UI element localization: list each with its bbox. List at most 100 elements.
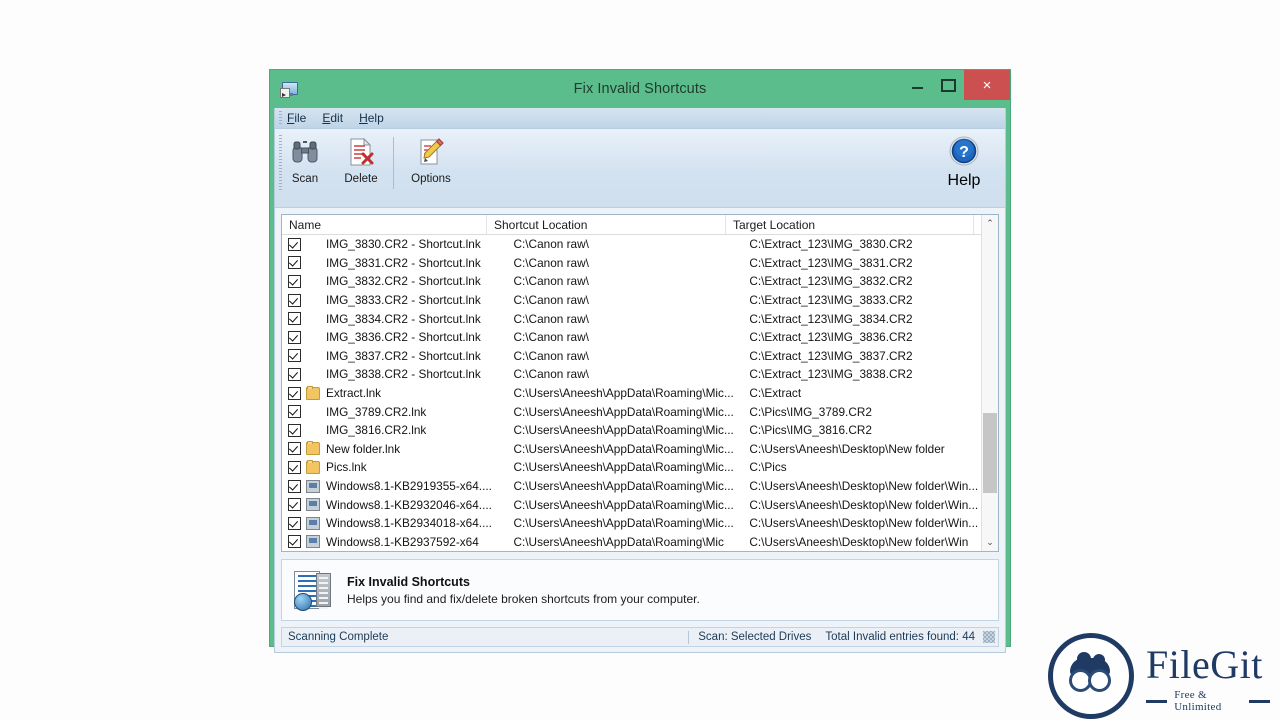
shortcut-monitor-icon	[280, 81, 298, 98]
folder-icon	[306, 385, 320, 400]
resize-grip[interactable]	[983, 631, 995, 644]
row-checkbox[interactable]	[288, 405, 301, 419]
row-checkbox[interactable]	[288, 516, 301, 530]
table-row[interactable]: Windows8.1-KB2937592-x64 C:\Users\Aneesh\…	[282, 533, 998, 552]
table-row[interactable]: Pics.lnk C:\Users\Aneesh\AppData\Roaming\…	[282, 458, 998, 477]
row-checkbox[interactable]	[288, 535, 301, 549]
options-button[interactable]: Options	[402, 135, 460, 185]
row-shortcut-location: C:\Canon raw\	[513, 367, 589, 382]
row-checkbox[interactable]	[288, 498, 301, 512]
row-checkbox[interactable]	[288, 349, 301, 363]
row-name: IMG_3816.CR2.lnk	[326, 423, 427, 438]
row-shortcut-location: C:\Canon raw\	[513, 311, 589, 326]
table-row[interactable]: IMG_3831.CR2 - Shortcut.lnk C:\Canon raw\…	[282, 254, 998, 273]
close-button[interactable]: ×	[964, 70, 1010, 100]
row-checkbox[interactable]	[288, 442, 301, 456]
scroll-track[interactable]	[982, 232, 998, 534]
document-pencil-icon	[417, 135, 445, 169]
row-shortcut-location: C:\Users\Aneesh\AppData\Roaming\Mic...	[513, 497, 734, 512]
row-shortcut-location: C:\Canon raw\	[513, 348, 589, 363]
table-row[interactable]: IMG_3837.CR2 - Shortcut.lnk C:\Canon raw\…	[282, 347, 998, 366]
minimize-button[interactable]	[902, 70, 933, 100]
row-target-location: C:\Extract_123\IMG_3838.CR2	[749, 367, 913, 382]
row-checkbox[interactable]	[288, 460, 301, 474]
scroll-down-arrow[interactable]: ⌄	[982, 534, 998, 551]
delete-button[interactable]: Delete	[335, 135, 387, 185]
scroll-up-arrow[interactable]: ⌃	[982, 215, 998, 232]
row-checkbox[interactable]	[288, 367, 301, 381]
row-name: Windows8.1-KB2937592-x64	[326, 534, 479, 549]
menu-file[interactable]: File	[287, 111, 306, 125]
row-checkbox[interactable]	[288, 312, 301, 326]
info-description: Helps you find and fix/delete broken sho…	[347, 591, 700, 606]
column-header-target-location[interactable]: Target Location	[726, 215, 974, 234]
logo-name: FileGit	[1146, 642, 1263, 687]
row-shortcut-location: C:\Users\Aneesh\AppData\Roaming\Mic	[513, 534, 724, 549]
table-row[interactable]: New folder.lnk C:\Users\Aneesh\AppData\Ro…	[282, 440, 998, 459]
table-row[interactable]: IMG_3832.CR2 - Shortcut.lnk C:\Canon raw\…	[282, 272, 998, 291]
image-file-icon	[306, 294, 320, 307]
row-name: New folder.lnk	[326, 441, 401, 456]
row-target-location: C:\Users\Aneesh\Desktop\New folder\Win..…	[749, 479, 979, 494]
image-file-icon	[306, 312, 320, 325]
row-checkbox[interactable]	[288, 274, 301, 288]
table-row[interactable]: IMG_3789.CR2.lnk C:\Users\Aneesh\AppData\…	[282, 402, 998, 421]
column-header-shortcut-location[interactable]: Shortcut Location	[487, 215, 726, 234]
row-checkbox[interactable]	[288, 237, 301, 251]
row-name: IMG_3833.CR2 - Shortcut.lnk	[326, 293, 481, 308]
filegit-logo: FileGit Free & Unlimited	[1048, 633, 1271, 719]
scroll-thumb[interactable]	[983, 413, 997, 494]
image-file-icon	[306, 349, 320, 362]
image-file-icon	[306, 368, 320, 381]
list-scrollbar[interactable]: ⌃ ⌄	[981, 215, 998, 552]
row-target-location: C:\Users\Aneesh\Desktop\New folder\Win	[749, 534, 969, 549]
toolbar-separator	[393, 137, 394, 189]
menu-edit[interactable]: Edit	[322, 111, 343, 125]
column-header-name[interactable]: Name	[282, 215, 487, 234]
scan-button[interactable]: Scan	[279, 135, 331, 185]
table-row[interactable]: IMG_3834.CR2 - Shortcut.lnk C:\Canon raw\…	[282, 309, 998, 328]
row-name: IMG_3838.CR2 - Shortcut.lnk	[326, 367, 481, 382]
table-row[interactable]: Extract.lnk C:\Users\Aneesh\AppData\Roami…	[282, 384, 998, 403]
row-target-location: C:\Users\Aneesh\Desktop\New folder\Win..…	[749, 516, 979, 531]
executable-file-icon	[306, 516, 320, 530]
row-name: Pics.lnk	[326, 460, 367, 475]
client-area: File Edit Help Scan Delete Options ? Hel…	[274, 108, 1006, 654]
menu-help[interactable]: Help	[359, 111, 384, 125]
shortcut-list: Name Shortcut Location Target Location I…	[281, 214, 999, 553]
status-total-found: Total Invalid entries found: 44	[825, 631, 975, 644]
table-row[interactable]: IMG_3816.CR2.lnk C:\Users\Aneesh\AppData\…	[282, 421, 998, 440]
table-row[interactable]: IMG_3830.CR2 - Shortcut.lnk C:\Canon raw\…	[282, 235, 998, 254]
status-message: Scanning Complete	[288, 631, 389, 644]
table-row[interactable]: IMG_3836.CR2 - Shortcut.lnk C:\Canon raw\…	[282, 328, 998, 347]
scan-label: Scan	[291, 173, 319, 185]
row-name: Windows8.1-KB2919355-x64....	[326, 479, 492, 494]
row-checkbox[interactable]	[288, 423, 301, 437]
table-row[interactable]: IMG_3838.CR2 - Shortcut.lnk C:\Canon raw\…	[282, 365, 998, 384]
document-delete-icon	[347, 135, 375, 169]
menu-bar: File Edit Help	[275, 108, 1005, 129]
table-row[interactable]: Windows8.1-KB2934018-x64.... C:\Users\Ane…	[282, 514, 998, 533]
table-row[interactable]: Windows8.1-KB2932046-x64.... C:\Users\Ane…	[282, 495, 998, 514]
row-checkbox[interactable]	[288, 293, 301, 307]
image-file-icon	[306, 238, 320, 251]
tagline-rule-left	[1146, 699, 1168, 703]
maximize-button[interactable]	[933, 70, 964, 100]
row-checkbox[interactable]	[288, 386, 301, 400]
row-checkbox[interactable]	[288, 256, 301, 270]
tagline-rule-right	[1248, 699, 1271, 703]
row-name: IMG_3834.CR2 - Shortcut.lnk	[326, 311, 481, 326]
help-button[interactable]: ? Help	[937, 135, 991, 190]
row-shortcut-location: C:\Users\Aneesh\AppData\Roaming\Mic...	[513, 479, 734, 494]
executable-file-icon	[306, 479, 320, 493]
table-row[interactable]: Windows8.1-KB2919355-x64.... C:\Users\Ane…	[282, 477, 998, 496]
info-title: Fix Invalid Shortcuts	[347, 574, 470, 589]
table-row[interactable]: IMG_3833.CR2 - Shortcut.lnk C:\Canon raw\…	[282, 291, 998, 310]
row-checkbox[interactable]	[288, 330, 301, 344]
row-target-location: C:\Users\Aneesh\Desktop\New folder\Win..…	[749, 497, 979, 512]
row-checkbox[interactable]	[288, 479, 301, 493]
row-shortcut-location: C:\Users\Aneesh\AppData\Roaming\Mic...	[513, 441, 734, 456]
row-name: IMG_3789.CR2.lnk	[326, 404, 427, 419]
info-text: Fix Invalid Shortcuts Helps you find and…	[347, 575, 700, 606]
status-divider	[688, 630, 690, 644]
